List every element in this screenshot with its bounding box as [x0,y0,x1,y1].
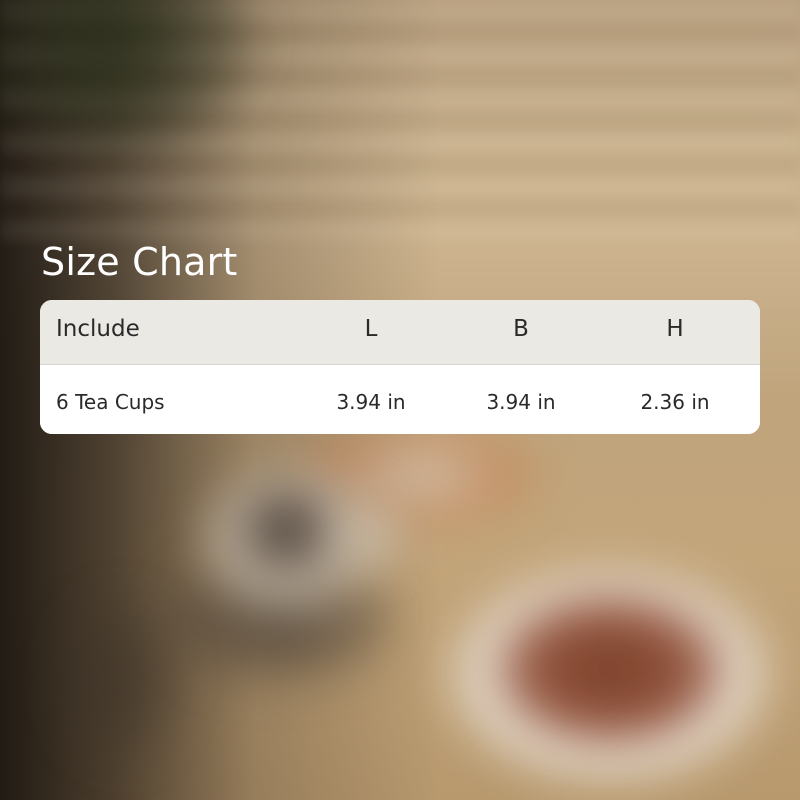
header-length: L [364,316,378,342]
cell-include: 6 Tea Cups [56,390,165,414]
blurred-cup-handle [340,500,410,570]
size-chart-table: Include L B H 6 Tea Cups 3.94 in 3.94 in… [40,300,760,434]
table-row: 6 Tea Cups 3.94 in 3.94 in 2.36 in [40,365,760,434]
table-header-row: Include L B H [40,300,760,365]
blurred-spoon [60,600,180,760]
header-include: Include [56,316,140,342]
size-chart-title: Size Chart [41,240,238,284]
blurred-cookies [490,590,730,750]
cell-length: 3.94 in [336,390,406,414]
header-breadth: B [513,316,529,342]
cell-height: 2.36 in [640,390,710,414]
header-height: H [666,316,684,342]
cell-breadth: 3.94 in [486,390,556,414]
